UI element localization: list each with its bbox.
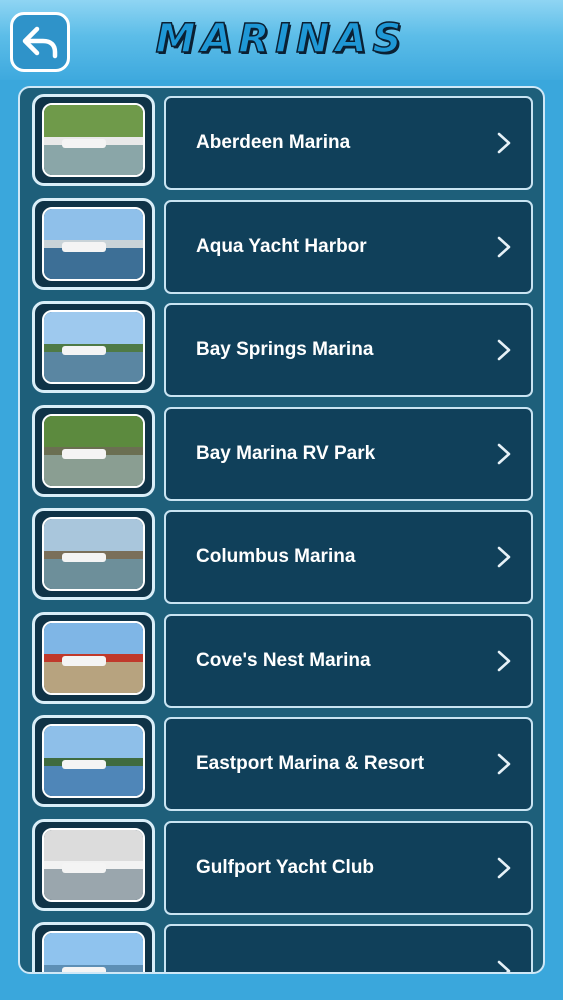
chevron-right-icon xyxy=(497,339,511,361)
marina-button[interactable] xyxy=(164,924,533,972)
marina-button[interactable]: Columbus Marina xyxy=(164,510,533,604)
marina-photo xyxy=(42,827,145,902)
list-item[interactable]: Gulfport Yacht Club xyxy=(20,813,543,915)
list-item[interactable]: Columbus Marina xyxy=(20,502,543,604)
chevron-right-icon xyxy=(497,857,511,878)
marina-button[interactable]: Eastport Marina & Resort xyxy=(164,717,533,811)
marina-name: Cove's Nest Marina xyxy=(196,649,371,671)
marina-thumbnail-frame[interactable] xyxy=(32,508,155,600)
marina-list-panel[interactable]: Aberdeen Marina Aqua Yacht Harbor Bay Spri… xyxy=(18,86,545,974)
marina-thumbnail-frame[interactable] xyxy=(32,715,155,807)
list-item[interactable]: Aqua Yacht Harbor xyxy=(20,192,543,294)
marina-thumbnail-frame[interactable] xyxy=(32,94,155,186)
marina-photo xyxy=(42,413,145,488)
chevron-right-icon xyxy=(497,753,511,775)
marina-photo xyxy=(42,206,145,281)
marina-name: Gulfport Yacht Club xyxy=(196,856,375,878)
marina-button[interactable]: Bay Springs Marina xyxy=(164,303,533,397)
marina-thumbnail-frame[interactable] xyxy=(32,922,155,972)
marina-button[interactable]: Aberdeen Marina xyxy=(164,96,533,190)
marina-name: Columbus Marina xyxy=(196,546,356,567)
marina-thumbnail-frame[interactable] xyxy=(32,197,155,290)
marina-button[interactable]: Cove's Nest Marina xyxy=(164,613,533,708)
marina-photo xyxy=(42,103,145,177)
marina-thumbnail-frame[interactable] xyxy=(32,301,155,393)
chevron-right-icon xyxy=(497,650,511,671)
marina-thumbnail-frame[interactable] xyxy=(32,818,155,911)
marina-photo xyxy=(42,724,145,798)
chevron-right-icon xyxy=(497,960,511,972)
list-item[interactable]: Cove's Nest Marina xyxy=(20,606,543,708)
marina-name: Bay Springs Marina xyxy=(196,339,374,360)
marina-name: Bay Marina RV Park xyxy=(196,442,376,464)
marina-name: Eastport Marina & Resort xyxy=(196,753,425,774)
chevron-right-icon xyxy=(497,443,511,464)
chevron-right-icon xyxy=(497,132,511,154)
chevron-right-icon xyxy=(497,546,511,568)
list-item[interactable]: Bay Marina RV Park xyxy=(20,399,543,501)
marina-button[interactable]: Gulfport Yacht Club xyxy=(164,820,533,915)
marina-photo xyxy=(42,931,145,972)
chevron-right-icon xyxy=(497,236,511,257)
marina-photo xyxy=(42,517,145,591)
marina-name: Aqua Yacht Harbor xyxy=(196,235,367,257)
list-item[interactable]: Eastport Marina & Resort xyxy=(20,709,543,811)
list-item[interactable]: Bay Springs Marina xyxy=(20,295,543,397)
list-item[interactable] xyxy=(20,916,543,972)
marina-thumbnail-frame[interactable] xyxy=(32,404,155,497)
marina-name: Aberdeen Marina xyxy=(196,132,351,153)
marina-button[interactable]: Aqua Yacht Harbor xyxy=(164,199,533,294)
list-item[interactable]: Aberdeen Marina xyxy=(20,88,543,190)
marina-button[interactable]: Bay Marina RV Park xyxy=(164,406,533,501)
marina-thumbnail-frame[interactable] xyxy=(32,611,155,704)
marina-photo xyxy=(42,620,145,695)
page-title: MARINAS xyxy=(155,15,408,63)
marina-photo xyxy=(42,310,145,384)
header-bar: MARINAS xyxy=(0,0,563,80)
